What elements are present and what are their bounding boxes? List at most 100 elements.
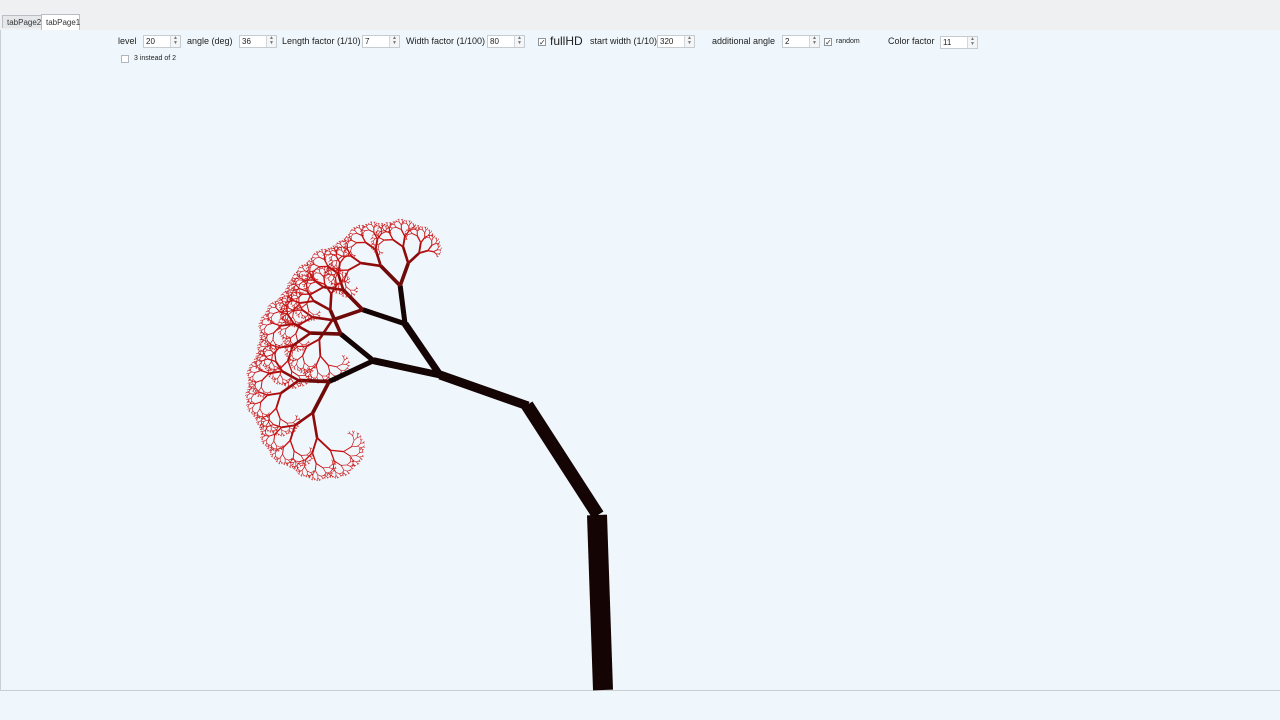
- tree-leaf: [333, 290, 336, 293]
- tree-leaf: [429, 231, 432, 234]
- tree-leaf: [293, 368, 295, 370]
- tree-leaf: [298, 463, 301, 466]
- tree-leaf: [292, 316, 296, 322]
- tree-leaf: [308, 265, 311, 268]
- tree-leaf: [343, 355, 345, 358]
- tree-leaf: [266, 435, 270, 440]
- tree-leaf: [288, 459, 292, 461]
- tree-leaf: [427, 244, 433, 252]
- tree-leaf: [353, 232, 358, 235]
- tree-leaf: [335, 273, 338, 279]
- tree-leaf: [360, 233, 362, 235]
- tree-leaf: [296, 460, 300, 462]
- tree-leaf: [257, 356, 260, 359]
- tree-leaf: [349, 289, 352, 294]
- tree-leaf: [299, 462, 302, 465]
- tree-leaf: [265, 428, 267, 431]
- tree-leaf: [378, 230, 381, 232]
- tree-leaf: [298, 271, 302, 275]
- tree-leaf: [418, 249, 429, 255]
- tree-leaf: [289, 430, 292, 433]
- tree-leaf: [269, 306, 273, 309]
- tree-leaf: [305, 376, 307, 378]
- tree-leaf: [359, 449, 361, 453]
- tree-leaf: [325, 374, 329, 377]
- tree-leaf: [335, 243, 337, 246]
- tree-leaf: [360, 230, 362, 233]
- tree-leaf: [284, 431, 287, 434]
- tree-leaf: [255, 414, 257, 417]
- tree-leaf: [296, 415, 298, 418]
- tree-leaf: [274, 426, 278, 429]
- tree-leaf: [395, 220, 398, 222]
- tree-leaf: [306, 460, 310, 462]
- tree-leaf: [297, 267, 300, 270]
- tree-leaf: [265, 421, 269, 426]
- tree-leaf: [259, 408, 263, 414]
- tree-leaf: [335, 260, 338, 265]
- tree-leaf: [272, 452, 276, 455]
- tree-leaf: [330, 284, 332, 286]
- tree-leaf: [279, 309, 281, 311]
- tree-leaf: [279, 322, 283, 324]
- tree-leaf: [296, 468, 298, 471]
- tree-leaf: [296, 293, 303, 299]
- tree-leaf: [290, 347, 292, 349]
- tree-leaf: [377, 227, 379, 230]
- tree-leaf: [346, 253, 348, 256]
- tree-leaf: [409, 222, 412, 224]
- tree-leaf: [302, 355, 305, 364]
- tree-leaf: [325, 475, 328, 478]
- tree-leaf: [438, 245, 441, 248]
- tree-leaf: [251, 364, 254, 367]
- tree-leaf: [389, 224, 391, 226]
- tree-leaf: [261, 372, 270, 381]
- tree-leaf: [294, 363, 297, 367]
- tree-leaf: [361, 227, 364, 229]
- tree-leaf: [287, 339, 289, 342]
- tree-leaf: [279, 446, 283, 448]
- tree-leaf: [370, 238, 372, 240]
- tree-leaf: [272, 322, 281, 327]
- tree-leaf: [258, 341, 261, 343]
- tree-leaf: [317, 252, 319, 254]
- tree-leaf: [343, 469, 348, 472]
- tree-leaf: [306, 474, 308, 477]
- tree-leaf: [293, 273, 296, 275]
- tree-leaf: [247, 382, 249, 384]
- tree-leaf: [304, 466, 308, 472]
- tree-leaf: [310, 286, 325, 295]
- tree-leaf: [313, 263, 320, 268]
- tree-leaf: [350, 233, 354, 235]
- tree-leaf: [330, 449, 344, 453]
- tree-leaf: [306, 303, 310, 311]
- tree-leaf: [274, 347, 276, 350]
- tree-leaf: [278, 312, 281, 314]
- tree-leaf: [363, 226, 365, 229]
- tree-leaf: [301, 367, 304, 370]
- tree-leaf: [293, 357, 296, 360]
- tree-leaf: [291, 350, 294, 356]
- tree-leaf: [420, 236, 426, 244]
- tree-leaf: [245, 392, 247, 394]
- tree-leaf: [272, 376, 275, 379]
- tree-leaf: [290, 282, 293, 285]
- tree-leaf: [252, 372, 256, 377]
- tree-leaf: [433, 251, 437, 255]
- tree-leaf: [286, 351, 290, 354]
- tree-leaf: [311, 376, 314, 379]
- tree-leaf: [308, 310, 313, 315]
- tree-leaf: [331, 278, 334, 282]
- tree-leaf: [296, 364, 299, 368]
- tree-leaf: [303, 317, 305, 320]
- tree-leaf: [279, 306, 281, 309]
- tree-leaf: [266, 367, 269, 369]
- tree-leaf: [279, 319, 281, 321]
- tree-leaf: [331, 249, 333, 251]
- tree-leaf: [297, 278, 300, 281]
- tree-leaf: [279, 374, 284, 380]
- tree-leaf: [304, 263, 306, 266]
- tree-leaf: [314, 463, 317, 471]
- tree-leaf: [268, 361, 272, 366]
- tree-leaf: [341, 355, 344, 358]
